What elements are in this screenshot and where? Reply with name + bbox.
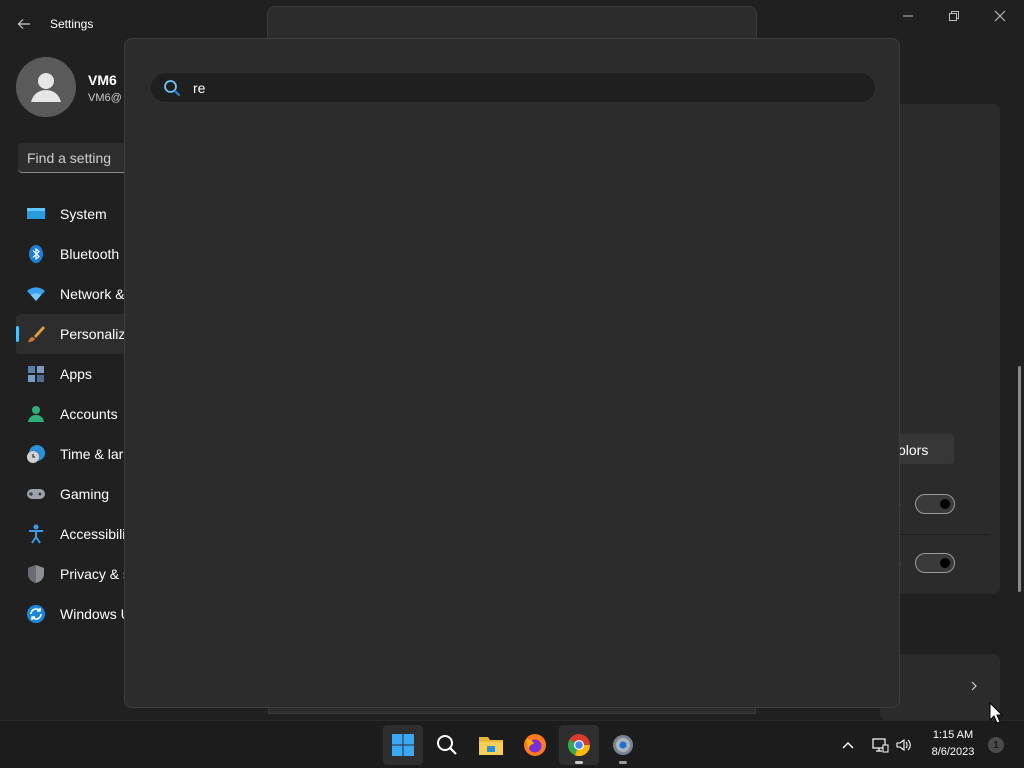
chevron-up-icon [842, 742, 854, 749]
app-title: Settings [50, 17, 94, 31]
close-icon [994, 10, 1006, 22]
network-status-button[interactable] [869, 733, 891, 757]
taskbar-settings[interactable] [603, 725, 643, 765]
taskbar-search-button[interactable] [427, 725, 467, 765]
settings-gear-icon [613, 735, 633, 755]
sidebar-item-label: Time & lar [60, 446, 124, 462]
search-box[interactable] [150, 72, 876, 103]
sidebar-item-label: Apps [60, 366, 92, 382]
bluetooth-icon [26, 244, 46, 264]
sidebar-item-label: Accessibilit [60, 526, 130, 542]
taskbar: 1:15 AM 8/6/2023 1 [0, 720, 1024, 768]
back-arrow-icon [17, 19, 30, 29]
taskbar-file-explorer[interactable] [471, 725, 511, 765]
sidebar-item-label: Accounts [60, 406, 118, 422]
sidebar-item-label: Network & [60, 286, 125, 302]
sidebar-item-label: Windows U [60, 606, 131, 622]
taskbar-chrome[interactable] [559, 725, 599, 765]
minimize-icon [903, 15, 913, 17]
chevron-right-icon [971, 681, 977, 691]
running-indicator [619, 761, 627, 764]
search-input[interactable] [193, 78, 853, 98]
chrome-icon [567, 734, 591, 757]
gaming-icon [26, 484, 46, 504]
sidebar-item-label: Bluetooth [60, 246, 120, 262]
accounts-icon [26, 404, 46, 424]
privacy-shield-icon [26, 564, 46, 584]
search-flyout [124, 38, 900, 708]
show-hidden-icons-button[interactable] [838, 733, 858, 757]
sidebar-item-label: Privacy & s [60, 566, 131, 582]
find-setting-placeholder: Find a setting [27, 150, 112, 166]
personalization-brush-icon [26, 324, 46, 344]
restore-button[interactable] [931, 0, 977, 32]
time-language-icon [26, 444, 46, 464]
scrollbar-thumb[interactable] [1018, 366, 1021, 592]
taskbar-firefox[interactable] [515, 725, 555, 765]
view-colors-label: olors [898, 442, 929, 458]
toggle-switch-2[interactable] [915, 553, 955, 573]
network-icon [26, 284, 46, 304]
background-flyout-top [267, 6, 757, 40]
clock-date[interactable]: 8/6/2023 [922, 746, 984, 758]
back-button[interactable] [12, 12, 36, 36]
minimize-button[interactable] [885, 0, 931, 32]
close-button[interactable] [977, 0, 1023, 32]
windows-update-icon [26, 604, 46, 624]
file-explorer-icon [479, 737, 503, 755]
mouse-cursor-icon [989, 702, 1003, 724]
system-icon [26, 204, 46, 224]
avatar[interactable] [16, 57, 76, 117]
search-icon [164, 80, 181, 97]
clock-time[interactable]: 1:15 AM [922, 729, 984, 741]
volume-button[interactable] [893, 733, 915, 757]
apps-icon [26, 364, 46, 384]
firefox-icon [524, 734, 546, 756]
running-indicator [575, 761, 583, 764]
profile-email: VM6@ [88, 92, 122, 104]
sidebar-item-label: System [60, 206, 107, 222]
start-icon [392, 734, 414, 756]
restore-icon [949, 11, 959, 21]
notification-badge[interactable]: 1 [988, 737, 1004, 753]
toggle-switch-1[interactable] [915, 494, 955, 514]
user-silhouette-icon [31, 73, 61, 102]
sidebar-item-label: Personaliza [60, 326, 134, 342]
speaker-icon [896, 738, 911, 752]
start-button[interactable] [383, 725, 423, 765]
sidebar-item-label: Gaming [60, 486, 110, 502]
network-wired-icon [872, 738, 889, 753]
search-icon [437, 735, 457, 755]
profile-name: VM6 [88, 72, 117, 88]
accessibility-icon [26, 524, 46, 544]
